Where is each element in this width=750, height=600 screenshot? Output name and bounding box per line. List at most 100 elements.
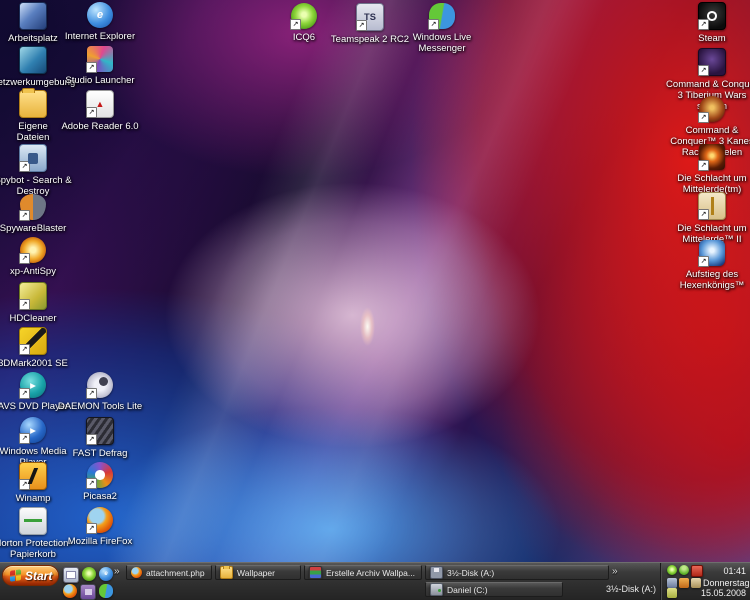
shortcut-arrow-icon <box>19 161 30 172</box>
desktop-icon[interactable]: Winamp <box>1 462 65 504</box>
desktop-icon[interactable]: Mozilla FireFox <box>64 507 136 547</box>
desktop-icon-image <box>429 3 455 29</box>
desktop-icon[interactable]: SpywareBlaster <box>0 194 69 234</box>
desktop-icon[interactable]: xp-AntiSpy <box>1 237 65 277</box>
desktop-icon-image <box>699 144 725 170</box>
tray-icon[interactable] <box>667 565 677 575</box>
desktop-icon-image <box>19 507 47 535</box>
desktop-icon[interactable]: DAEMON Tools Lite <box>54 372 146 412</box>
desktop-icon[interactable]: Internet Explorer <box>58 2 142 42</box>
desktop-icon-image <box>19 462 47 490</box>
desktop-icon[interactable]: Windows Live Messenger <box>407 3 477 54</box>
desktop-icon-image <box>698 192 726 220</box>
shortcut-arrow-icon <box>19 433 30 444</box>
tray-row-1: 01:41 <box>667 565 746 577</box>
desktop-icon[interactable]: 3DMark2001 SE <box>0 327 69 369</box>
shortcut-arrow-icon <box>19 479 30 490</box>
desktop-icon[interactable]: Die Schlacht um Mittelerde™ II <box>672 192 750 245</box>
desktop-icon-image <box>87 372 113 398</box>
shortcut-arrow-icon <box>698 112 709 123</box>
desktop-icon-image <box>19 2 47 30</box>
desktop-icon[interactable]: FAST Defrag <box>66 417 134 459</box>
desktop-icon[interactable]: Picasa2 <box>68 462 132 502</box>
desktop-icon-label: Internet Explorer <box>65 31 135 42</box>
task-button-icon <box>309 566 322 579</box>
desktop-icon-label: Windows Live Messenger <box>407 32 477 54</box>
desktop-icon-label: Studio Launcher <box>65 75 134 86</box>
tray-icon[interactable] <box>667 578 677 588</box>
desktop-icon-image <box>20 372 46 398</box>
shortcut-arrow-icon <box>19 210 30 221</box>
desktop-icon[interactable]: Arbeitsplatz <box>1 2 65 44</box>
tray-icons-row3 <box>667 588 677 598</box>
desktop-icon[interactable]: Teamspeak 2 RC2 <box>329 3 411 45</box>
desktop-icon-image <box>20 237 46 263</box>
shortcut-arrow-icon <box>86 107 97 118</box>
task-button[interactable]: attachment.php (JPE... <box>126 565 212 580</box>
shortcut-arrow-icon <box>19 344 30 355</box>
desktop-icon[interactable]: Steam <box>674 2 750 44</box>
task-button-label: Daniel (C:) <box>447 585 488 595</box>
desktop-icon-image <box>356 3 384 31</box>
desktop-icon-image <box>291 3 317 29</box>
shortcut-arrow-icon <box>698 160 709 171</box>
task-button[interactable]: Wallpaper <box>215 565 301 580</box>
desktop-icon[interactable]: Die Schlacht um Mittelerde(tm) <box>672 144 750 195</box>
system-tray: 01:41 Donnerstag 15.05.2008 <box>660 563 750 600</box>
desktop-icon-label: Winamp <box>16 493 51 504</box>
task-button-icon <box>220 566 233 579</box>
desktop-icon[interactable]: ICQ6 <box>272 3 336 43</box>
shortcut-arrow-icon <box>86 434 97 445</box>
desktop-icon-image <box>86 417 114 445</box>
desktop-icon[interactable]: Studio Launcher <box>62 46 138 86</box>
desktop-icon-label: xp-AntiSpy <box>10 266 56 277</box>
desktop-icon-image <box>19 282 47 310</box>
shortcut-arrow-icon <box>86 523 97 534</box>
desktop-icon-label: 3DMark2001 SE <box>0 358 68 369</box>
desktop-icon-image <box>19 90 47 118</box>
task-button-area: attachment.php (JPE... Wallpaper Erstell… <box>0 563 750 600</box>
shortcut-arrow-icon <box>19 253 30 264</box>
clock-weekday[interactable]: Donnerstag <box>703 578 750 588</box>
desktop-icon-label: Aufstieg des Hexenkönigs™ <box>672 269 750 291</box>
shortcut-arrow-icon <box>428 19 439 30</box>
tray-icon[interactable] <box>667 588 677 598</box>
desktop-icon[interactable]: Spybot - Search & Destroy <box>0 144 73 197</box>
task-button-label: 3½-Disk (A:) <box>447 568 494 578</box>
desktop-icon-label: Steam <box>698 33 725 44</box>
desktop-icon-label: Mozilla FireFox <box>68 536 132 547</box>
desktop-icon-image <box>699 240 725 266</box>
desktop-icon-label: Teamspeak 2 RC2 <box>331 34 409 45</box>
task-button-label: Wallpaper <box>237 568 275 578</box>
tray-icon[interactable] <box>679 578 689 588</box>
task-button-label: attachment.php (JPE... <box>146 568 207 578</box>
desktop-icon[interactable]: Aufstieg des Hexenkönigs™ <box>672 240 750 291</box>
desktop: Arbeitsplatz Internet Explorer Netzwerku… <box>0 0 750 600</box>
taskbar: Start » » attachment.php (JPE... Wallpap… <box>0 562 750 600</box>
desktop-icon[interactable]: HDCleaner <box>1 282 65 324</box>
desktop-icon[interactable]: Adobe Reader 6.0 <box>60 90 140 132</box>
shortcut-arrow-icon <box>698 256 709 267</box>
task-button-icon <box>430 583 443 596</box>
desktop-icon-image <box>20 417 46 443</box>
desktop-icon-label: Picasa2 <box>83 491 117 502</box>
clock-time[interactable]: 01:41 <box>723 566 746 576</box>
task-button[interactable]: Daniel (C:) <box>425 582 563 597</box>
task-button[interactable]: 3½-Disk (A:) <box>425 565 609 580</box>
tray-icon[interactable] <box>691 565 703 577</box>
task-button[interactable]: Erstelle Archiv Wallpa... <box>304 565 422 580</box>
desktop-icon-label: Eigene Dateien <box>1 121 65 143</box>
desktop-icon-image <box>698 2 726 30</box>
desktop-icon-image <box>87 2 113 28</box>
desktop-icon-image <box>86 90 114 118</box>
tray-icon[interactable] <box>691 578 701 588</box>
shortcut-arrow-icon <box>698 19 709 30</box>
desktop-icon-label: SpywareBlaster <box>0 223 66 234</box>
desktop-icon-image <box>19 144 47 172</box>
shortcut-arrow-icon <box>698 65 709 76</box>
desktop-icon[interactable]: Eigene Dateien <box>1 90 65 143</box>
desktop-icon-label: Adobe Reader 6.0 <box>61 121 138 132</box>
clock-date[interactable]: 15.05.2008 <box>701 588 746 598</box>
task-button-icon <box>131 567 142 578</box>
tray-icon[interactable] <box>679 565 689 575</box>
